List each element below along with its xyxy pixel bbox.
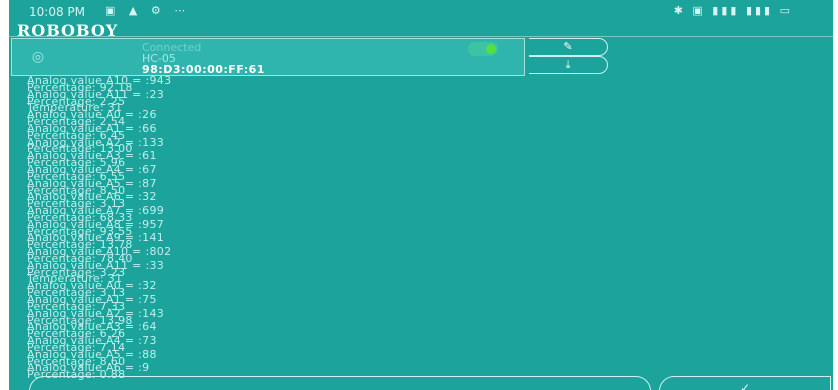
- connection-toggle[interactable]: [468, 42, 498, 56]
- edit-button[interactable]: ✎: [529, 38, 608, 56]
- notification-icons: ▣ ▲ ⚙ ⋯: [105, 4, 191, 17]
- status-bar: 10:08 PM ▣ ▲ ⚙ ⋯ ✱ ▣ ▮▮▮ ▮▮▮ ▭: [9, 0, 833, 24]
- connected-indicator-icon: [486, 44, 496, 54]
- phone-screen: 10:08 PM ▣ ▲ ⚙ ⋯ ✱ ▣ ▮▮▮ ▮▮▮ ▭ ROBOBOY ◎…: [9, 0, 833, 390]
- message-input[interactable]: [29, 376, 651, 390]
- bluetooth-device-icon: ◎: [31, 49, 45, 65]
- serial-log: Analog value A10 = :943 Percentage: 92.18…: [27, 75, 447, 380]
- status-time: 10:08 PM: [29, 5, 85, 19]
- download-button[interactable]: ⤓: [529, 56, 608, 74]
- send-button[interactable]: ✓: [659, 376, 831, 390]
- device-card[interactable]: ◎ Connected HC-05 98:D3:00:00:FF:61: [11, 38, 525, 76]
- app-bar-divider: [9, 36, 833, 37]
- signal-battery-icons: ✱ ▣ ▮▮▮ ▮▮▮ ▭: [673, 4, 793, 17]
- action-buttons: ✎ ⤓: [529, 38, 611, 74]
